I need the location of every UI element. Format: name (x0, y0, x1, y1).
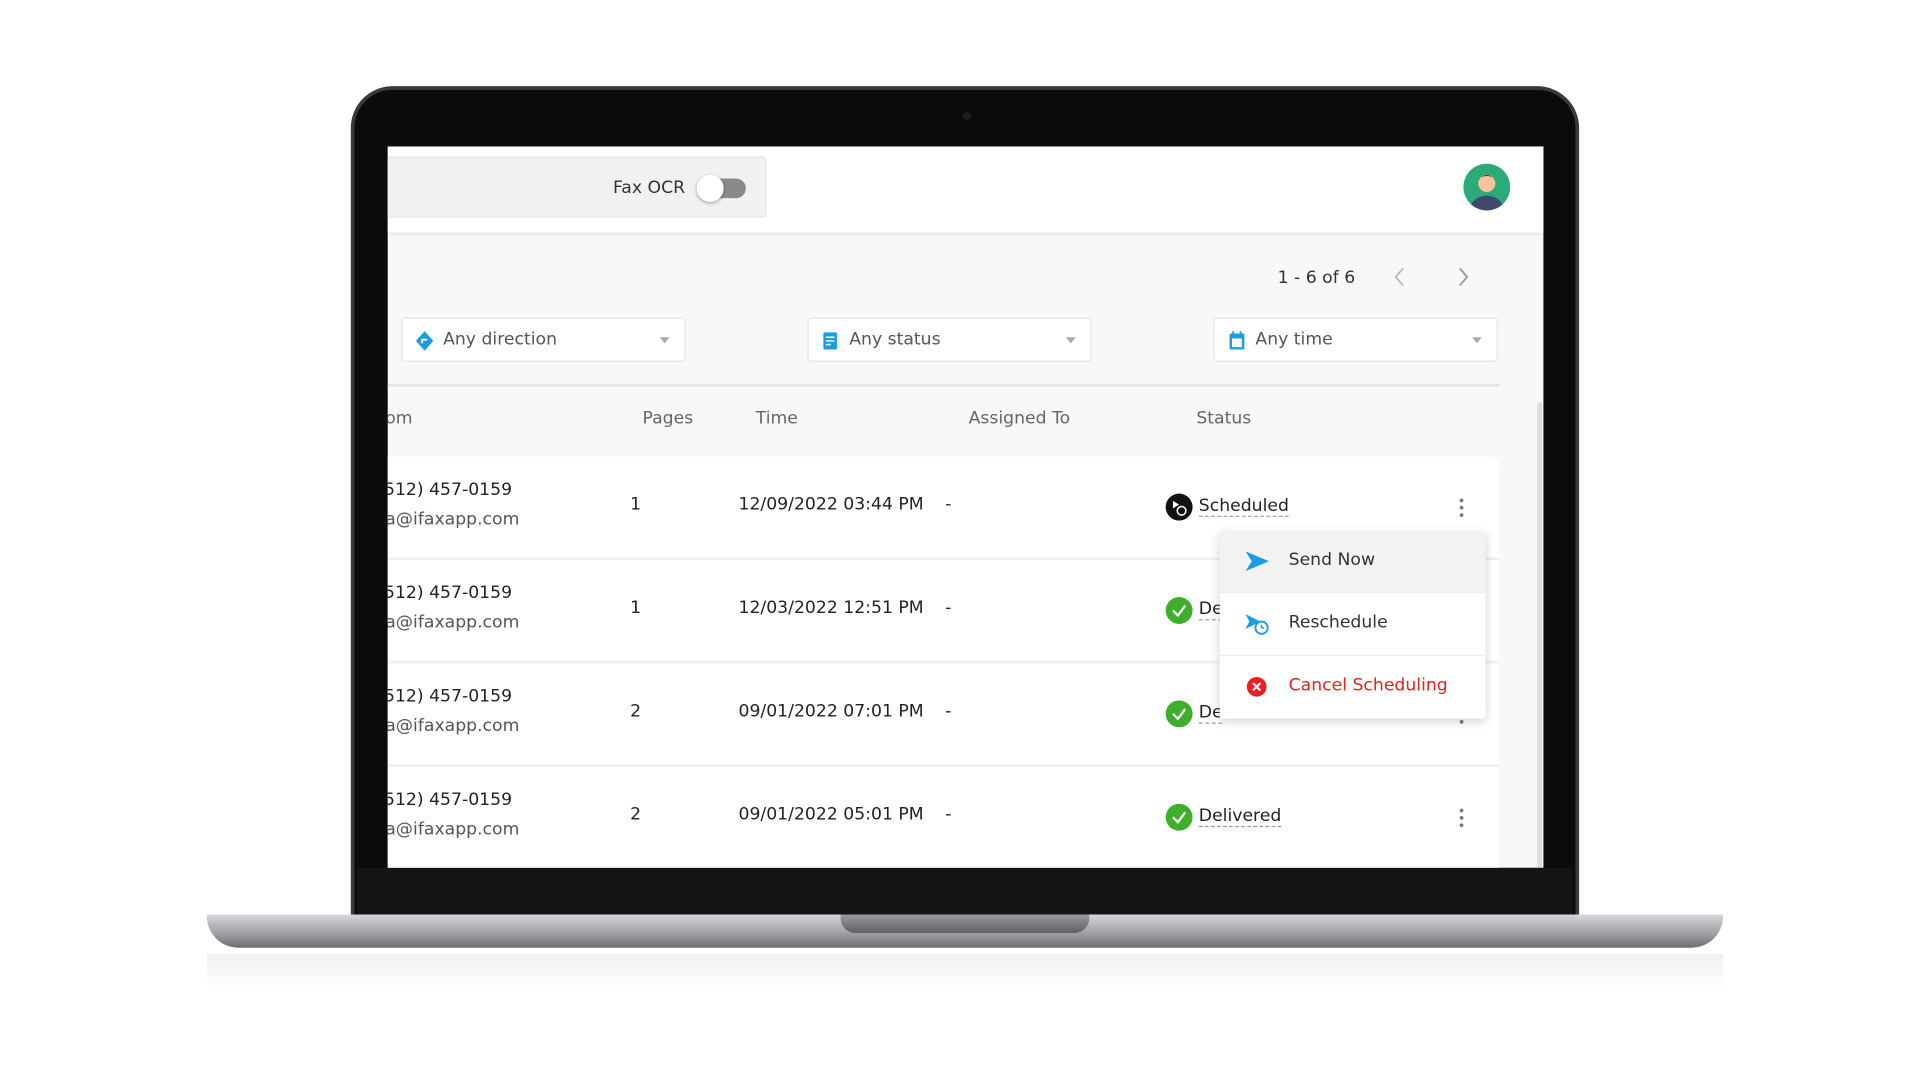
direction-icon (416, 331, 434, 351)
time: 09/01/2022 07:01 PM (738, 701, 924, 722)
time-filter[interactable]: Any time (1213, 317, 1498, 362)
chevron-down-icon (1065, 337, 1076, 344)
menu-item-label: Send Now (1288, 550, 1376, 570)
more-actions-icon[interactable] (1459, 498, 1465, 518)
time: 09/01/2022 05:01 PM (738, 804, 924, 825)
pages: 2 (630, 804, 642, 825)
status-filter[interactable]: Any status (807, 317, 1092, 362)
toggle-knob (696, 174, 724, 202)
status-text[interactable]: Delivered (1198, 806, 1282, 828)
fax-ocr-panel: Fax OCR (387, 156, 767, 218)
time: 12/03/2022 12:51 PM (738, 598, 924, 618)
chevron-down-icon (1472, 337, 1482, 344)
scheduled-icon (1165, 493, 1193, 521)
assigned-to: - (945, 598, 952, 618)
laptop-notch (840, 914, 1090, 933)
direction-filter-label: Any direction (443, 329, 557, 350)
menu-item-cancel-scheduling[interactable]: Cancel Scheduling (1220, 657, 1486, 719)
status-text[interactable]: Scheduled (1198, 496, 1289, 517)
delivered-check-icon (1165, 596, 1193, 625)
next-page-icon[interactable] (1457, 267, 1469, 287)
pages: 1 (630, 494, 642, 515)
fax-number: 512) 457-0159 (387, 480, 513, 500)
send-icon (1245, 551, 1269, 572)
menu-item-send-now[interactable]: Send Now (1219, 531, 1486, 594)
fax-email: a@ifaxapp.com (387, 612, 520, 633)
direction-filter[interactable]: Any direction (401, 317, 686, 362)
column-header-from: om (387, 408, 413, 429)
status-filter-label: Any status (849, 329, 941, 350)
user-avatar[interactable] (1463, 163, 1511, 211)
menu-item-reschedule[interactable]: Reschedule (1219, 594, 1486, 657)
chevron-down-icon (659, 337, 670, 344)
column-header-time: Time (755, 408, 798, 429)
assigned-to: - (945, 804, 952, 825)
fax-number: 512) 457-0159 (387, 686, 513, 707)
fax-number: 512) 457-0159 (387, 790, 513, 810)
pagination-range: 1 - 6 of 6 (1277, 268, 1356, 289)
fax-ocr-label: Fax OCR (612, 178, 686, 199)
delivered-check-icon (1165, 700, 1193, 728)
pages: 2 (630, 701, 642, 722)
camera (962, 112, 972, 121)
prev-page-icon[interactable] (1393, 267, 1405, 287)
menu-item-label: Reschedule (1288, 612, 1388, 633)
laptop-reflection (206, 953, 1724, 991)
cancel-icon (1246, 676, 1267, 697)
fax-ocr-toggle[interactable] (696, 174, 746, 202)
divider (387, 384, 1500, 387)
time-filter-label: Any time (1255, 329, 1333, 350)
fax-email: a@ifaxapp.com (387, 819, 520, 840)
more-actions-icon[interactable] (1459, 808, 1465, 829)
status-icon (823, 332, 837, 350)
menu-item-label: Cancel Scheduling (1288, 675, 1448, 696)
avatar-person-icon (1469, 174, 1505, 211)
laptop-lower-bezel (356, 867, 1573, 915)
column-header-pages: Pages (642, 408, 694, 429)
column-header-assigned-to: Assigned To (968, 408, 1071, 429)
fax-number: 512) 457-0159 (387, 583, 513, 604)
time: 12/09/2022 03:44 PM (738, 494, 924, 515)
delivered-check-icon (1165, 803, 1193, 831)
calendar-icon (1229, 331, 1245, 350)
table-row[interactable]: 512) 457-0159 a@ifaxapp.com 2 09/01/2022… (388, 767, 1499, 868)
scrollbar[interactable] (1537, 402, 1543, 868)
fax-email: a@ifaxapp.com (387, 716, 520, 737)
app-screen: Fax OCR 1 - 6 of 6 Any direction Any sta… (387, 146, 1544, 868)
top-header: Fax OCR (387, 146, 1544, 233)
row-actions-menu: Send Now Reschedule Cancel Scheduling (1219, 531, 1486, 719)
assigned-to: - (945, 494, 952, 515)
pages: 1 (630, 598, 642, 618)
reschedule-icon (1245, 614, 1269, 635)
fax-email: a@ifaxapp.com (387, 509, 520, 530)
column-header-status: Status (1196, 408, 1252, 429)
assigned-to: - (945, 701, 952, 722)
